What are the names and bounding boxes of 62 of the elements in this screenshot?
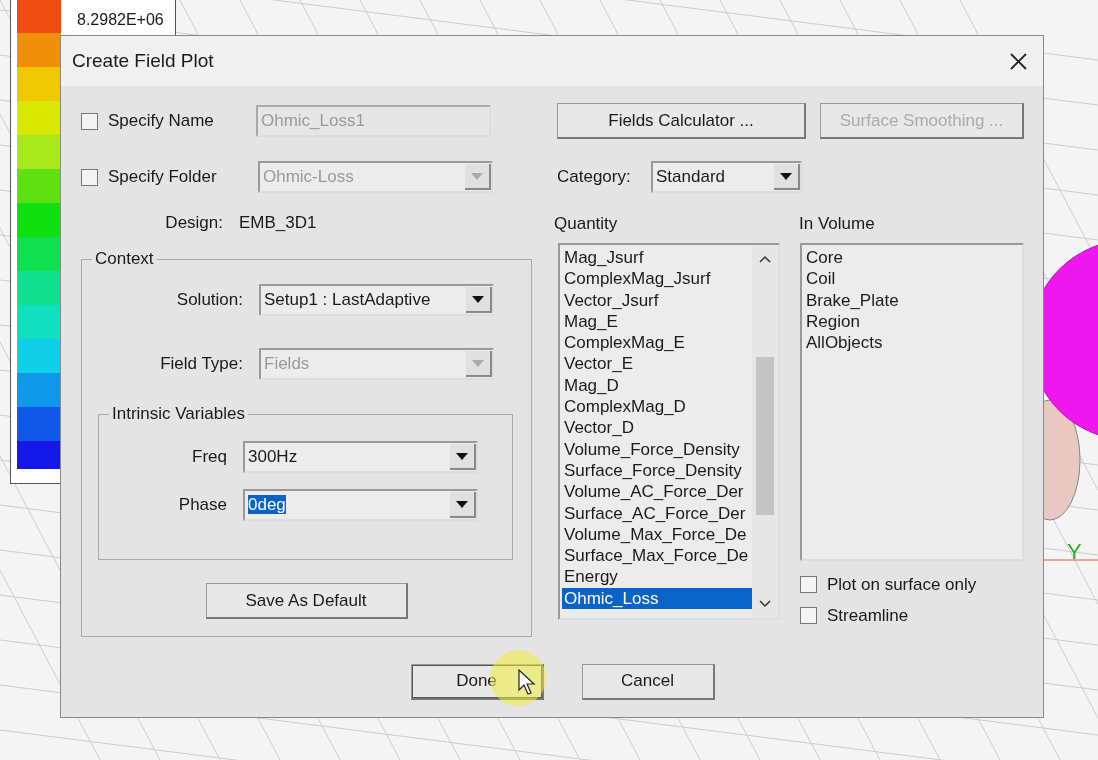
list-item[interactable]: Ohmic_Loss [562, 587, 754, 610]
volume-list[interactable]: Core Coil Brake_Plate Region AllObjects [800, 243, 1024, 561]
list-item[interactable]: Vector_Jsurf [562, 289, 754, 311]
scroll-up-icon[interactable] [759, 255, 771, 263]
list-item[interactable]: Core [804, 247, 1016, 269]
dialog-button[interactable]: Done [410, 663, 544, 700]
list-item[interactable]: Energy [562, 566, 754, 588]
list-item[interactable]: Mag_E [562, 310, 754, 333]
quantity-list[interactable] [558, 243, 780, 620]
checkbox-label: Specify Folder [108, 167, 218, 187]
list-item[interactable]: Vector_E [562, 353, 754, 375]
list-item[interactable]: Volume_Force_Density [562, 438, 754, 460]
dropdown-field[interactable]: Setup1 : LastAdaptive [259, 284, 494, 316]
list-item[interactable]: ComplexMag_E [562, 332, 754, 354]
dropdown-arrow-icon [456, 452, 468, 460]
list-item[interactable]: Coil [804, 268, 1016, 290]
close-icon[interactable] [1010, 52, 1027, 70]
checkbox[interactable] [800, 576, 817, 593]
scroll-down-icon[interactable] [759, 600, 771, 608]
cursor-icon [518, 669, 536, 695]
dropdown-arrow-icon [456, 500, 468, 508]
checkbox-label: Specify Name [108, 111, 215, 131]
list-item[interactable]: Volume_AC_Force_Der [562, 481, 754, 503]
list-item[interactable]: Brake_Plate [804, 289, 1016, 311]
design-value: EMB_3D1 [239, 213, 317, 233]
list-item[interactable]: Volume_Max_Force_De [562, 523, 754, 546]
dropdown-arrow-icon [471, 172, 483, 180]
fields-calculator-button[interactable]: Fields Calculator ... [557, 103, 806, 139]
scrollbar[interactable] [752, 245, 778, 618]
list-item[interactable]: AllObjects [804, 332, 1016, 354]
dropdown-arrow-icon [472, 359, 484, 367]
list-item[interactable]: Region [804, 310, 1016, 333]
field-label: Freq [191, 447, 227, 467]
list-item[interactable]: Vector_D [562, 417, 754, 439]
dropdown-field[interactable]: 0deg [243, 489, 478, 521]
list-heading: Quantity [554, 214, 619, 234]
checkbox-label: Plot on surface only [827, 574, 977, 595]
list-heading: In Volume [799, 214, 875, 234]
dropdown-field[interactable]: 300Hz [243, 441, 478, 473]
legend-value: 8.2982E+06 [77, 11, 164, 29]
category-label: Category: [557, 167, 632, 187]
list-item[interactable]: ComplexMag_D [562, 396, 754, 418]
axis-label: Y [1067, 539, 1082, 565]
checkbox[interactable] [800, 607, 817, 624]
dialog-title: Create Field Plot [72, 50, 214, 72]
list-item[interactable]: Surface_AC_Force_Der [562, 502, 754, 524]
field-label: Solution: [175, 290, 243, 310]
list-item[interactable]: Surface_Max_Force_De [562, 545, 754, 567]
list-item[interactable]: ComplexMag_Jsurf [562, 268, 754, 290]
field-label: Field Type: [159, 354, 243, 374]
design-label: Design: [164, 213, 223, 233]
dropdown-field[interactable]: Standard [651, 161, 802, 193]
field-label: Phase [177, 495, 227, 515]
list-item[interactable]: Mag_Jsurf [562, 247, 754, 269]
list-item[interactable]: Surface_Force_Density [562, 459, 754, 482]
dropdown-arrow-icon [780, 172, 792, 180]
axis-line [1043, 559, 1098, 561]
save-as-default-button[interactable]: Save As Default [205, 583, 408, 619]
checkbox-label: Streamline [827, 605, 909, 626]
dialog-button[interactable]: Cancel [581, 663, 715, 700]
dropdown-arrow-icon [472, 295, 484, 303]
list-item[interactable]: Mag_D [562, 374, 754, 397]
